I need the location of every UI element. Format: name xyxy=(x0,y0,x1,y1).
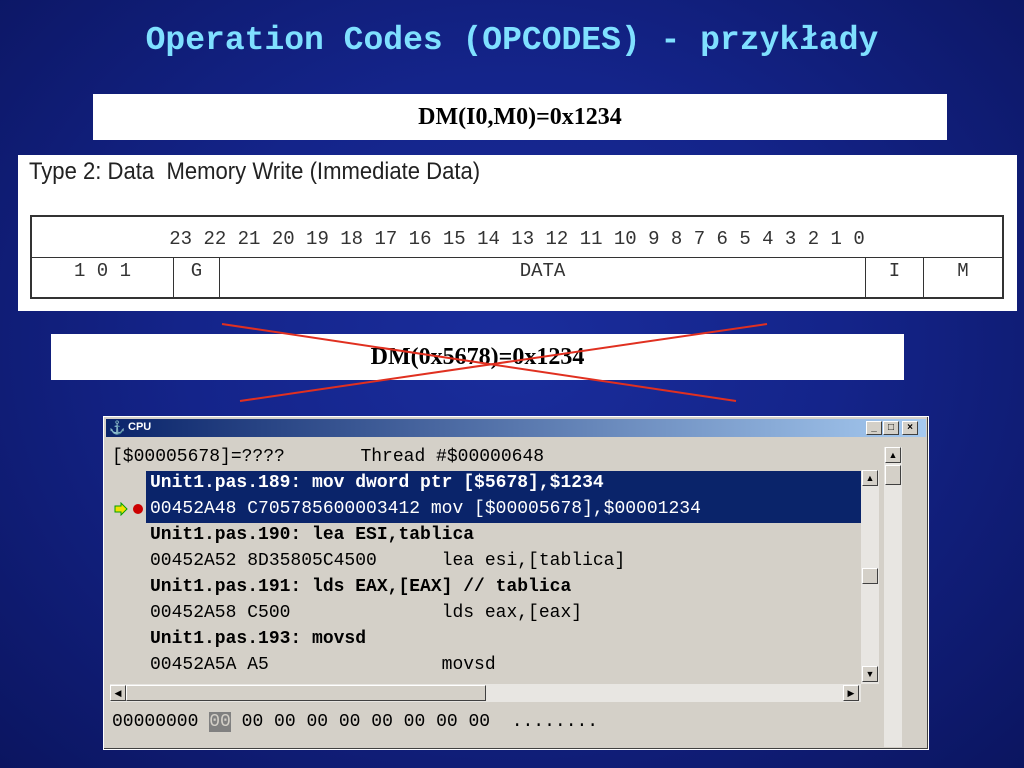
scroll-thumb[interactable] xyxy=(862,568,878,584)
field-g: G xyxy=(174,258,220,298)
scroll-down-button[interactable]: ▼ xyxy=(862,666,878,682)
hscroll-thumb[interactable] xyxy=(126,685,486,701)
cpu-window: ⚓ CPU _ □ × [$00005678]=???? Thread #$00… xyxy=(103,416,929,750)
memory-dump-pane[interactable]: 00000000 00 00 00 00 00 00 00 00 00 ....… xyxy=(110,710,879,744)
formula-text: DM(I0,M0)=0x1234 xyxy=(418,104,622,130)
field-opcode: 1 0 1 xyxy=(32,258,174,298)
scroll-left-button[interactable]: ◀ xyxy=(110,685,126,701)
window-title: CPU xyxy=(128,421,152,433)
format-title: Type 2: Data Memory Write (Immediate Dat… xyxy=(29,158,481,185)
minimize-button[interactable]: _ xyxy=(866,421,882,435)
source-line[interactable]: Unit1.pas.193: movsd xyxy=(150,626,366,652)
disassembly-line[interactable]: 00452A58 C500 lds eax,[eax] xyxy=(150,600,582,626)
crossed-formula-box: DM(0x5678)=0x1234 xyxy=(51,334,904,380)
cpu-titlebar[interactable]: ⚓ CPU _ □ × xyxy=(106,419,926,437)
cpu-app-icon: ⚓ xyxy=(109,420,126,435)
disassembly-pane[interactable]: Unit1.pas.189: mov dword ptr [$5678],$12… xyxy=(110,470,861,684)
hex-selected-byte[interactable]: 00 xyxy=(209,712,231,732)
register-pane-scrollbar[interactable]: ▲ xyxy=(884,447,902,747)
scroll-right-button[interactable]: ▶ xyxy=(843,685,859,701)
scroll-up-button[interactable]: ▲ xyxy=(862,470,878,486)
register-scroll-thumb[interactable] xyxy=(885,465,901,485)
exec-arrow-icon xyxy=(114,502,143,516)
code-horizontal-scrollbar[interactable]: ◀ ▶ xyxy=(110,684,861,702)
breakpoint-icon xyxy=(133,504,143,514)
source-line[interactable]: Unit1.pas.190: lea ESI,tablica xyxy=(150,522,474,548)
field-m: M xyxy=(957,260,969,282)
slide-title: Operation Codes (OPCODES) - przykłady xyxy=(145,22,879,59)
close-button[interactable]: × xyxy=(902,421,918,435)
status-line: [$00005678]=???? Thread #$00000648 xyxy=(112,447,545,467)
field-data: DATA xyxy=(220,258,866,298)
instruction-format-panel: Type 2: Data Memory Write (Immediate Dat… xyxy=(18,155,1017,311)
source-line[interactable]: Unit1.pas.191: lds EAX,[EAX] // tablica xyxy=(150,574,571,600)
bit-numbers-row: 23 22 21 20 19 18 17 16 15 14 13 12 11 1… xyxy=(169,228,865,250)
hex-bytes: 00 00 00 00 00 00 00 00 xyxy=(230,712,491,732)
field-row: 1 0 1 G DATA I M xyxy=(32,257,1002,298)
maximize-button[interactable]: □ xyxy=(883,421,899,435)
field-i: I xyxy=(866,258,924,298)
bit-layout-table: 23 22 21 20 19 18 17 16 15 14 13 12 11 1… xyxy=(30,215,1004,299)
formula-box: DM(I0,M0)=0x1234 xyxy=(93,94,947,140)
crossed-formula-text: DM(0x5678)=0x1234 xyxy=(370,344,585,370)
hex-address: 00000000 xyxy=(112,712,199,732)
hex-ascii: ........ xyxy=(490,712,599,732)
code-vertical-scrollbar[interactable]: ▲ ▼ xyxy=(861,470,879,684)
disassembly-line[interactable]: 00452A5A A5 movsd xyxy=(150,652,496,678)
register-scroll-up-button[interactable]: ▲ xyxy=(885,447,901,463)
disassembly-line[interactable]: 00452A48 C705785600003412 mov [$00005678… xyxy=(150,496,701,522)
hex-line: 00000000 00 00 00 00 00 00 00 00 00 ....… xyxy=(112,712,598,732)
disassembly-line[interactable]: 00452A52 8D35805C4500 lea esi,[tablica] xyxy=(150,548,625,574)
source-line[interactable]: Unit1.pas.189: mov dword ptr [$5678],$12… xyxy=(150,470,604,496)
